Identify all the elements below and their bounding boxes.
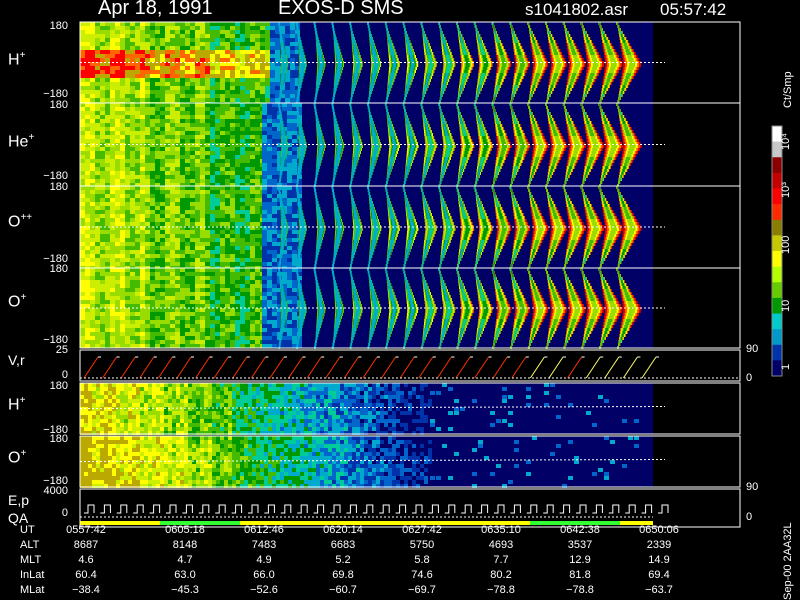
spectrogram-canvas [79,21,783,528]
ephemeris-cell: −38.4 [72,584,100,596]
rtick-ep-top: 90 [746,481,759,493]
ephemeris-cell: 4.9 [256,554,272,566]
ephemeris-cell: 66.0 [253,569,275,581]
ephemeris-cell: 5.2 [335,554,351,566]
tick-os-top: 180 [49,433,68,445]
ephemeris-cell: 69.4 [648,569,670,581]
ephemeris-cell: 2339 [646,539,672,551]
panel-label-o-plus-plus: O++ [8,212,33,231]
colorbar-label-1e3: 10³ [780,182,792,198]
ephemeris-cell: −78.8 [487,584,515,596]
title-time: 05:57:42 [660,0,727,19]
ephemeris-cell: 4.6 [78,554,94,566]
ephemeris-row-label: InLat [20,569,45,581]
colorbar-swatch [772,329,782,346]
ephemeris-cell: 7.7 [493,554,509,566]
title-file: s1041802.asr [525,0,629,19]
title-date: Apr 18, 1991 [98,0,213,19]
ephemeris-cell: 63.0 [174,569,196,581]
panel-label-he-plus: He+ [8,132,35,151]
ephemeris-cell: 0635:10 [481,524,521,536]
title-instrument: EXOS-D SMS [278,0,404,19]
colorbar-swatch [772,344,782,361]
colorbar-swatch [772,282,782,299]
tick-top-3: 180 [49,181,68,193]
ephemeris-cell: 12.9 [569,554,591,566]
ephemeris-cell: 8148 [172,539,198,551]
ephemeris-cell: 74.6 [411,569,433,581]
ephemeris-row-label: MLT [20,554,42,566]
ephemeris-cell: 81.8 [569,569,591,581]
ephemeris-cell: 14.9 [648,554,670,566]
panel-label-h-plus-small: H+ [8,395,26,414]
rtick-ep-bot: 0 [746,511,753,523]
ephemeris-cell: 6683 [330,539,356,551]
ephemeris-cell: 7483 [251,539,277,551]
ephemeris-cell: −63.7 [645,584,673,596]
tick-hs-top: 180 [49,380,68,392]
ephemeris-cell: 5750 [409,539,435,551]
colorbar-label-1e4: 10⁴ [780,133,792,150]
tick-vr-top: 25 [55,344,68,356]
tick-top-4: 180 [49,263,68,275]
ephemeris-row-label: MLat [20,584,45,596]
ephemeris-cell: 69.8 [332,569,354,581]
footer-version: Sep-00 2AA32L [782,522,794,600]
panel-vr-bg [80,350,740,381]
ephemeris-row-label: ALT [20,539,40,551]
colorbar-swatch [772,266,782,283]
colorbar-swatch [772,313,782,330]
tick-top-2: 180 [49,99,68,111]
colorbar-swatch [772,219,782,236]
tick-top-1: 180 [49,20,68,32]
ephemeris-cell: 0627:42 [402,524,442,536]
colorbar-swatch [772,204,782,221]
panel-label-h-plus: H+ [8,50,26,69]
ephemeris-cell: 4.7 [177,554,193,566]
ephemeris-cell: −60.7 [329,584,357,596]
panel-label-vr: V,r [8,352,25,368]
colorbar-swatch [772,157,782,174]
colorbar-label-10: 10 [780,299,792,312]
ephemeris-cell: −52.6 [250,584,278,596]
ephemeris-cell: 8687 [73,539,99,551]
spectrogram-stage: Apr 18, 1991 EXOS-D SMS s1041802.asr 05:… [0,0,800,600]
colorbar-label-1: 1 [780,363,792,370]
colorbar-unit: Ct/Smp [782,71,794,108]
ephemeris-cell: 0620:14 [323,524,363,536]
panel-label-o-plus-small: O+ [8,448,27,467]
ephemeris-cell: 60.4 [75,569,97,581]
ephemeris-row-label: UT [20,524,35,536]
ephemeris-cell: −69.7 [408,584,436,596]
rtick-vr-top: 90 [746,343,759,355]
colorbar-label-100: 100 [780,235,792,254]
ephemeris-cell: −45.3 [171,584,199,596]
panel-label-o-plus: O+ [8,292,27,311]
ephemeris-cell: 4693 [488,539,514,551]
ephemeris-cell: 0605:18 [165,524,205,536]
ephemeris-cell: 3537 [567,539,593,551]
tick-ep-top: 4000 [43,485,68,497]
ephemeris-cell: 80.2 [490,569,512,581]
ephemeris-cell: 0612:46 [244,524,284,536]
ephemeris-cell: 0650:06 [639,524,679,536]
ephemeris-cell: 0642:38 [560,524,600,536]
ephemeris-cell: −78.8 [566,584,594,596]
ephemeris-cell: 5.8 [414,554,430,566]
tick-ep-bot: 0 [61,507,68,519]
ephemeris-cell: 0557:42 [66,524,106,536]
rtick-vr-bot: 0 [746,372,753,384]
